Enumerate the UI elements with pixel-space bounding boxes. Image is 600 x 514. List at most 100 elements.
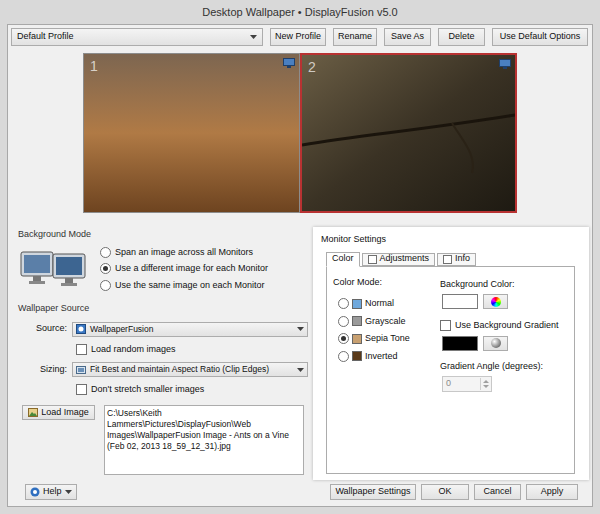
radio-button[interactable] bbox=[100, 247, 111, 258]
color-picker-button[interactable] bbox=[483, 294, 508, 309]
profile-button[interactable]: New Profile bbox=[270, 28, 326, 46]
gradient-color-row bbox=[442, 336, 570, 351]
background-mode-option[interactable]: Span an image across all Monitors bbox=[100, 246, 268, 260]
tab-label: Color bbox=[332, 252, 354, 266]
button-label: Help bbox=[43, 485, 62, 499]
radio-button[interactable] bbox=[338, 316, 349, 327]
profile-button[interactable]: Use Default Options bbox=[492, 28, 588, 46]
spinner-value: 0 bbox=[446, 377, 451, 391]
radio-button[interactable] bbox=[338, 351, 349, 362]
panel-title: Monitor Settings bbox=[319, 233, 583, 247]
title-bar: Desktop Wallpaper • DisplayFusion v5.0 bbox=[0, 0, 600, 24]
color-mode-icon bbox=[352, 299, 362, 309]
sphere-icon bbox=[491, 338, 501, 348]
path-textbox[interactable]: C:\Users\Keith Lammers\Pictures\DisplayF… bbox=[104, 405, 304, 475]
button-label: Load Image bbox=[41, 406, 89, 420]
tab-checkbox[interactable] bbox=[368, 255, 377, 264]
tab[interactable]: Info bbox=[437, 253, 476, 266]
color-mode-option[interactable]: Normal bbox=[338, 297, 440, 311]
dual-monitor-icon bbox=[20, 248, 86, 290]
wallpaper-source-group: Wallpaper Source Source: WallpaperFusion Lo… bbox=[12, 302, 308, 475]
dialog-button[interactable]: Apply bbox=[526, 484, 578, 500]
radio-button[interactable] bbox=[338, 298, 349, 309]
option-label: Use a different image for each Monitor bbox=[115, 262, 268, 276]
tab-kind-checkbox bbox=[443, 255, 452, 264]
tab-label: Adjustments bbox=[380, 252, 430, 266]
color-mode-icon bbox=[352, 334, 362, 344]
option-label: Sepia Tone bbox=[365, 332, 410, 346]
tab-label: Info bbox=[455, 252, 470, 266]
radio-dot bbox=[103, 266, 108, 271]
radio-button[interactable] bbox=[100, 280, 111, 291]
angle-spinner[interactable]: 0 bbox=[442, 376, 492, 392]
option-label: Grayscale bbox=[365, 315, 406, 329]
dropdown-value: WallpaperFusion bbox=[90, 323, 293, 336]
gradient-picker-button[interactable] bbox=[483, 336, 508, 351]
profile-button[interactable]: Rename bbox=[333, 28, 377, 46]
color-mode-option[interactable]: Sepia Tone bbox=[338, 332, 440, 346]
dialog-buttons: Wallpaper Settings OK Cancel Apply bbox=[330, 484, 578, 500]
radio-button[interactable] bbox=[338, 333, 349, 344]
monitor[interactable]: 1 bbox=[83, 53, 300, 213]
field-label: Source: bbox=[12, 322, 72, 336]
radio-dot bbox=[341, 336, 346, 341]
option-label: Span an image across all Monitors bbox=[115, 246, 253, 260]
load-image-button[interactable]: Load Image bbox=[22, 405, 95, 421]
dropdown-arrow-icon bbox=[297, 368, 304, 372]
load_random-row[interactable]: Load random images bbox=[12, 343, 308, 357]
dont_stretch-row[interactable]: Don't stretch smaller images bbox=[12, 383, 308, 397]
color-mode-option[interactable]: Inverted bbox=[338, 350, 440, 364]
color-mode-column: Color Mode:NormalGrayscaleSepia ToneInve… bbox=[327, 267, 440, 473]
color-wheel-icon bbox=[491, 297, 501, 307]
checkbox-label: Use Background Gradient bbox=[455, 319, 559, 333]
sizing-dropdown[interactable]: Fit Best and maintain Aspect Ratio (Clip… bbox=[72, 362, 308, 377]
button-label: Wallpaper Settings bbox=[335, 485, 410, 499]
background-mode-option[interactable]: Use a different image for each Monitor bbox=[100, 262, 268, 276]
monitor-preview: 12 bbox=[8, 48, 592, 220]
button-label: Delete bbox=[448, 30, 474, 44]
image-icon bbox=[28, 408, 38, 417]
dropdown-arrow-icon bbox=[65, 490, 72, 494]
footer: Help Wallpaper Settings OK Cancel Apply bbox=[8, 484, 592, 506]
radio-button[interactable] bbox=[100, 263, 111, 274]
background-mode-option[interactable]: Use the same image on each Monitor bbox=[100, 279, 268, 293]
sizing-icon bbox=[76, 365, 86, 375]
button-label: Apply bbox=[541, 485, 564, 499]
button-label: Cancel bbox=[483, 485, 511, 499]
gradient-color-swatch[interactable] bbox=[442, 336, 478, 351]
dropdown-value: Fit Best and maintain Aspect Ratio (Clip… bbox=[90, 363, 293, 376]
tab[interactable]: Color bbox=[326, 252, 360, 267]
button-label: Save As bbox=[391, 30, 424, 44]
source-dropdown[interactable]: WallpaperFusion bbox=[72, 322, 308, 337]
dropdown-arrow-icon bbox=[297, 327, 304, 331]
monitor-number: 1 bbox=[90, 56, 98, 77]
color-mode-icon bbox=[352, 316, 362, 326]
gradient-checkbox-row[interactable]: Use Background Gradient bbox=[440, 319, 570, 333]
checkbox[interactable] bbox=[440, 320, 451, 331]
help-button[interactable]: Help bbox=[25, 484, 77, 500]
button-label: Rename bbox=[338, 30, 372, 44]
profile-value: Default Profile bbox=[17, 30, 74, 44]
monitor[interactable]: 2 bbox=[300, 53, 517, 213]
tab-checkbox[interactable] bbox=[443, 255, 452, 264]
checkbox[interactable] bbox=[76, 344, 87, 355]
source-row: Source: WallpaperFusion bbox=[12, 322, 308, 337]
profile-dropdown[interactable]: Default Profile bbox=[11, 28, 263, 46]
dialog-button[interactable]: Cancel bbox=[474, 484, 521, 500]
profile-button[interactable]: Save As bbox=[384, 28, 431, 46]
option-label: Inverted bbox=[365, 350, 398, 364]
background-color-swatch[interactable] bbox=[442, 294, 478, 309]
color-mode-option[interactable]: Grayscale bbox=[338, 315, 440, 329]
checkbox[interactable] bbox=[76, 384, 87, 395]
load-image-row: Load Image C:\Users\Keith Lammers\Picture… bbox=[12, 405, 308, 475]
group-title: Wallpaper Source bbox=[12, 302, 308, 316]
monitor-icon bbox=[499, 59, 511, 69]
dialog-button[interactable]: Wallpaper Settings bbox=[330, 484, 416, 500]
profile-bar: Default Profile New Profile Rename Save As D… bbox=[8, 25, 592, 46]
dialog-button[interactable]: OK bbox=[421, 484, 469, 500]
background-mode-row: Span an image across all Monitors Use a d… bbox=[12, 246, 300, 293]
profile-button[interactable]: Delete bbox=[438, 28, 485, 46]
tab[interactable]: Adjustments bbox=[362, 253, 436, 266]
button-label: OK bbox=[438, 485, 451, 499]
color-mode-icon bbox=[352, 351, 362, 361]
